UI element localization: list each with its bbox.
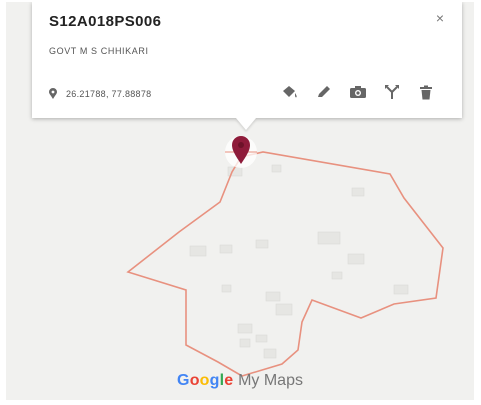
logo-letter: g bbox=[209, 372, 220, 389]
location-marker[interactable] bbox=[225, 136, 257, 168]
coordinates-text[interactable]: 26.21788, 77.88878 bbox=[66, 89, 151, 99]
trash-icon[interactable] bbox=[416, 83, 436, 101]
logo-letter: o bbox=[189, 372, 200, 389]
logo-letter: o bbox=[199, 372, 210, 389]
google-my-maps-logo: Google My Maps bbox=[6, 372, 474, 390]
popup-toolbar bbox=[280, 83, 436, 101]
info-popup: S12A018PS006 × GOVT M S CHHIKARI 26.2178… bbox=[32, 2, 462, 118]
close-icon[interactable]: × bbox=[436, 10, 444, 26]
logo-letter: G bbox=[177, 372, 190, 389]
product-name: My Maps bbox=[238, 372, 303, 389]
camera-icon[interactable] bbox=[348, 83, 368, 101]
place-description: GOVT M S CHHIKARI bbox=[49, 46, 149, 56]
directions-icon[interactable] bbox=[382, 83, 402, 101]
paint-bucket-icon[interactable] bbox=[280, 83, 300, 101]
coordinates-row: 26.21788, 77.88878 bbox=[49, 88, 151, 99]
pencil-icon[interactable] bbox=[314, 83, 334, 101]
map-frame: S12A018PS006 × GOVT M S CHHIKARI 26.2178… bbox=[6, 2, 474, 400]
place-title: S12A018PS006 bbox=[49, 13, 162, 30]
location-pin-icon bbox=[49, 88, 57, 99]
area-boundary[interactable] bbox=[126, 151, 444, 377]
popup-pointer bbox=[236, 118, 256, 130]
logo-letter: e bbox=[224, 372, 234, 389]
